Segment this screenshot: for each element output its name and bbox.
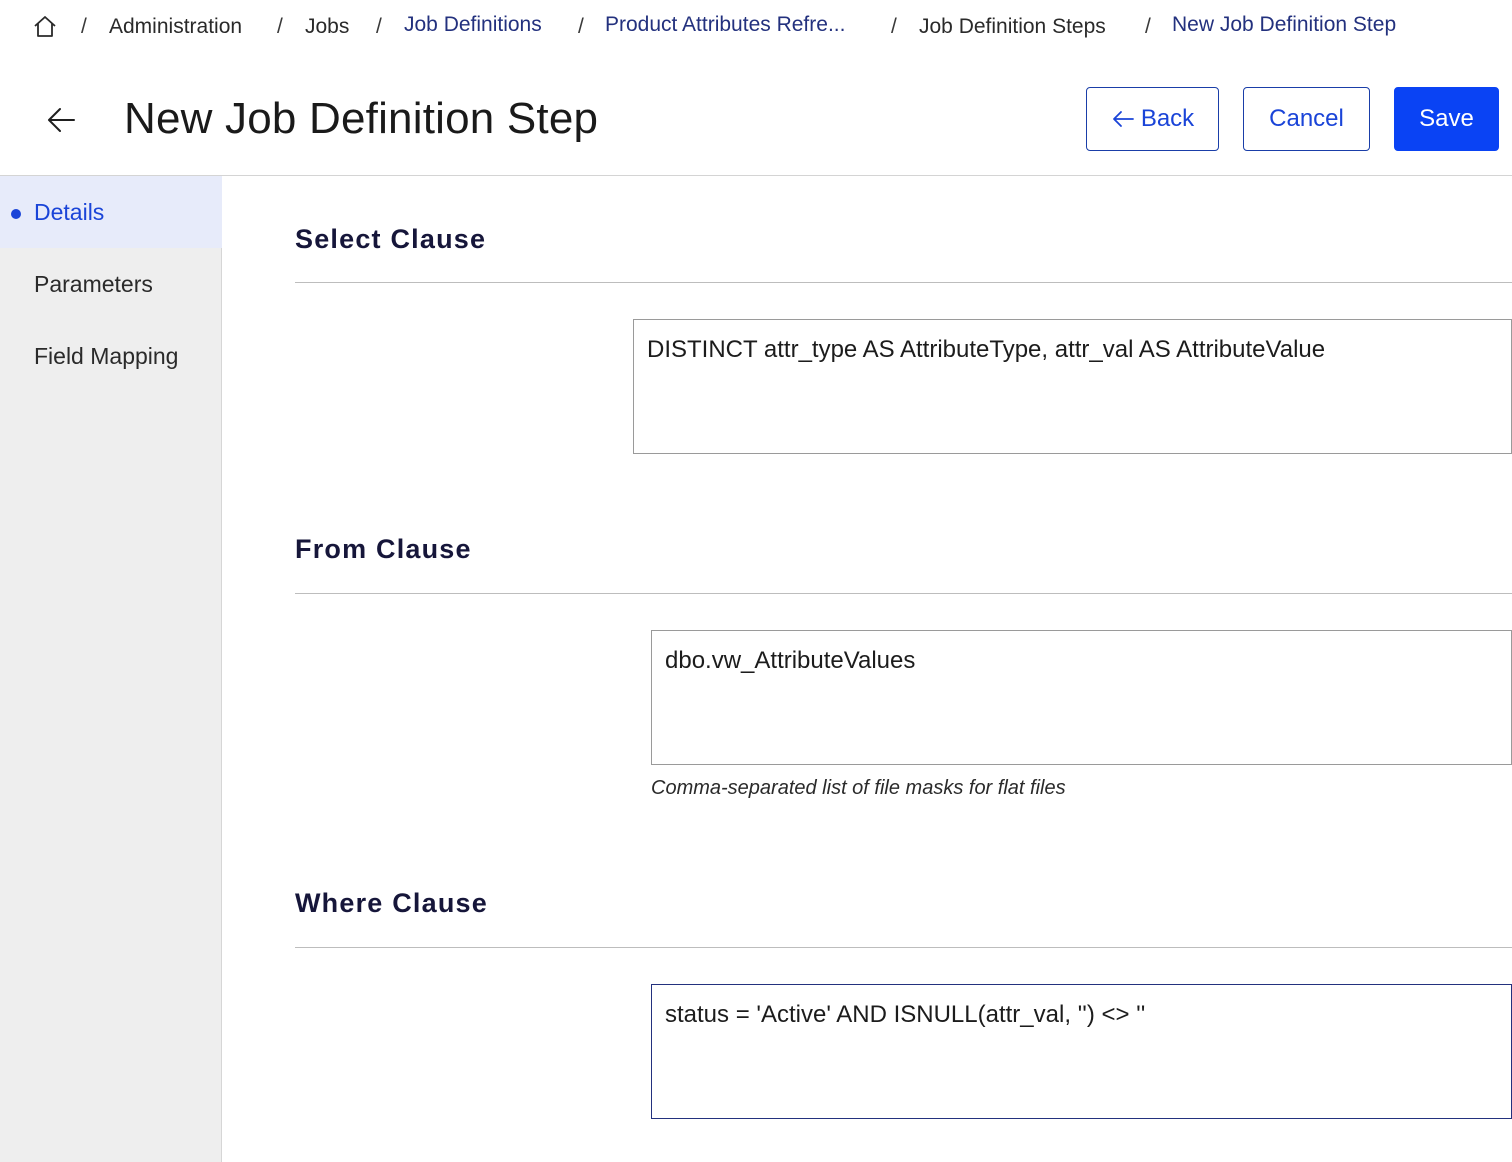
from-clause-value: dbo.vw_AttributeValues bbox=[665, 647, 916, 674]
select-clause-textarea[interactable]: DISTINCT attr_type AS AttributeType, att… bbox=[633, 319, 1512, 454]
cancel-button[interactable]: Cancel bbox=[1243, 87, 1370, 151]
header-divider bbox=[0, 175, 1512, 176]
home-icon[interactable] bbox=[32, 14, 58, 40]
back-button-label: Back bbox=[1140, 105, 1195, 132]
breadcrumb-separator: / bbox=[277, 15, 283, 38]
breadcrumb-separator: / bbox=[891, 15, 897, 38]
breadcrumb-jobs[interactable]: Jobs bbox=[305, 15, 349, 39]
save-button[interactable]: Save bbox=[1394, 87, 1499, 151]
page-title: New Job Definition Step bbox=[124, 94, 599, 143]
breadcrumb-separator: / bbox=[376, 15, 382, 38]
breadcrumb-product-attributes[interactable]: Product Attributes Refre... bbox=[605, 13, 845, 37]
arrow-left-icon bbox=[1112, 111, 1134, 127]
sidebar-item-details[interactable]: Details bbox=[0, 176, 222, 248]
breadcrumb-job-definition-steps[interactable]: Job Definition Steps bbox=[919, 15, 1106, 39]
select-clause-value: DISTINCT attr_type AS AttributeType, att… bbox=[647, 336, 1326, 363]
sidebar: Details Parameters Field Mapping bbox=[0, 176, 222, 1162]
from-clause-textarea[interactable]: dbo.vw_AttributeValues bbox=[651, 630, 1512, 765]
cancel-button-label: Cancel bbox=[1269, 105, 1344, 132]
where-clause-title: Where Clause bbox=[295, 888, 488, 918]
arrow-left-icon[interactable] bbox=[44, 104, 78, 136]
sidebar-item-label: Parameters bbox=[34, 271, 153, 297]
section-divider bbox=[295, 593, 1512, 594]
breadcrumb: / Administration / Jobs / Job Definition… bbox=[0, 0, 1512, 56]
sidebar-item-label: Details bbox=[34, 199, 105, 225]
breadcrumb-separator: / bbox=[1145, 15, 1151, 38]
breadcrumb-job-definitions[interactable]: Job Definitions bbox=[404, 13, 542, 37]
select-clause-title: Select Clause bbox=[295, 224, 487, 254]
breadcrumb-separator: / bbox=[81, 15, 87, 38]
back-button[interactable]: Back bbox=[1086, 87, 1219, 151]
breadcrumb-administration[interactable]: Administration bbox=[109, 15, 242, 39]
from-clause-helper-text: Comma-separated list of file masks for f… bbox=[651, 777, 1066, 799]
section-divider bbox=[295, 282, 1512, 283]
breadcrumb-separator: / bbox=[578, 15, 584, 38]
sidebar-item-parameters[interactable]: Parameters bbox=[0, 248, 222, 320]
breadcrumb-current: New Job Definition Step bbox=[1172, 13, 1397, 36]
save-button-label: Save bbox=[1419, 105, 1474, 132]
from-clause-title: From Clause bbox=[295, 534, 472, 564]
where-clause-value: status = 'Active' AND ISNULL(attr_val, '… bbox=[665, 1001, 1146, 1028]
section-divider bbox=[295, 947, 1512, 948]
sidebar-item-label: Field Mapping bbox=[34, 343, 179, 369]
sidebar-item-field-mapping[interactable]: Field Mapping bbox=[0, 320, 222, 392]
where-clause-textarea[interactable]: status = 'Active' AND ISNULL(attr_val, '… bbox=[651, 984, 1512, 1119]
active-indicator-dot bbox=[11, 209, 21, 219]
